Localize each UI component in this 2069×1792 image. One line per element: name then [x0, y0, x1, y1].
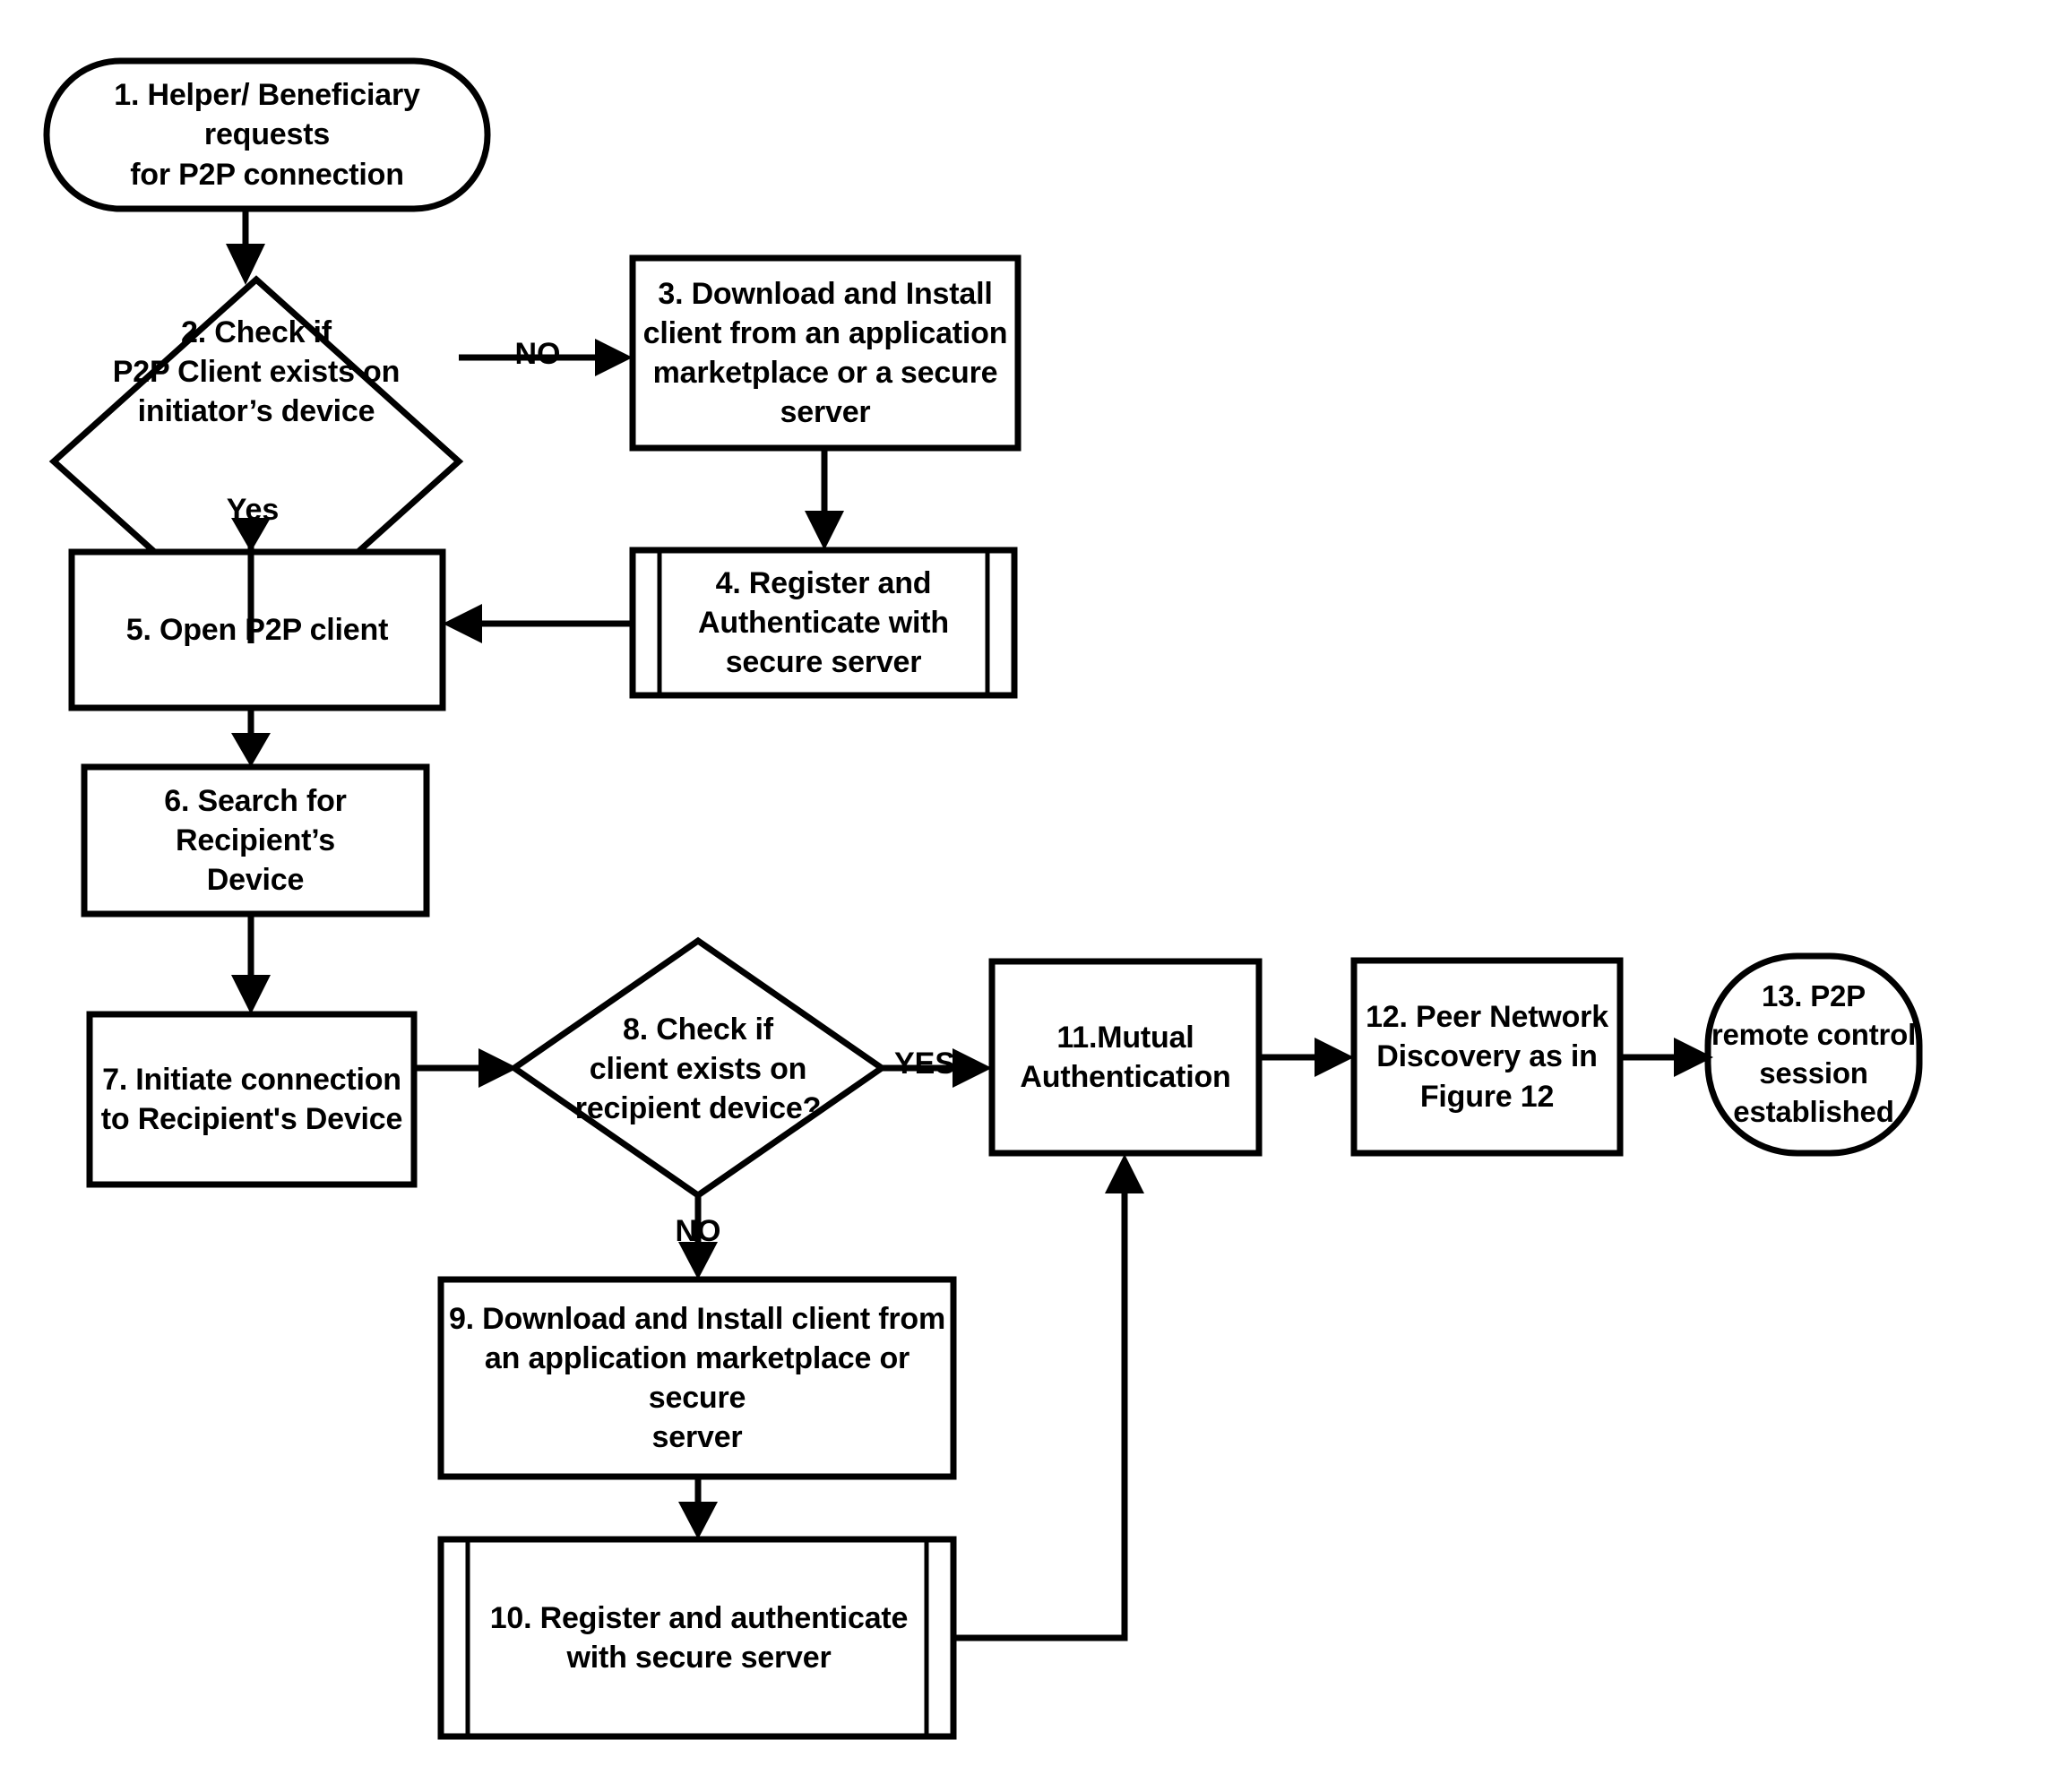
edge-7-to-8-arrowhead — [478, 1048, 518, 1088]
node-9-hit[interactable] — [441, 1279, 953, 1477]
node-10-hit[interactable] — [441, 1539, 953, 1736]
node-3-hit[interactable] — [633, 258, 1018, 448]
edge-8-to-9-arrowhead — [678, 1242, 718, 1279]
edge-10-to-11 — [953, 1183, 1128, 1641]
node-1-hit[interactable] — [47, 61, 487, 209]
edge-8-to-11-arrowhead — [953, 1048, 992, 1088]
node-12-hit[interactable] — [1354, 961, 1620, 1153]
node-5-hit[interactable] — [72, 552, 443, 708]
edge-3-to-4-arrowhead — [805, 511, 844, 550]
node-6-hit[interactable] — [84, 767, 427, 914]
edge-6-to-7-arrowhead — [231, 975, 271, 1014]
node-4-hit[interactable] — [633, 550, 1014, 695]
node-7-hit[interactable] — [90, 1014, 414, 1185]
edge-11-to-12-arrowhead — [1315, 1038, 1354, 1077]
flowchart-canvas: 1. Helper/ Beneficiary requests for P2P … — [0, 0, 2069, 1792]
edge-9-to-10-arrowhead — [678, 1502, 718, 1539]
edge-5-to-6-arrowhead — [231, 733, 271, 767]
edge-2-to-3-arrowhead — [595, 339, 633, 376]
node-8-hit[interactable] — [514, 941, 882, 1195]
edge-10-to-11-arrowhead — [1105, 1154, 1144, 1193]
node-11-hit[interactable] — [992, 961, 1259, 1153]
node-13-hit[interactable] — [1708, 956, 1919, 1153]
